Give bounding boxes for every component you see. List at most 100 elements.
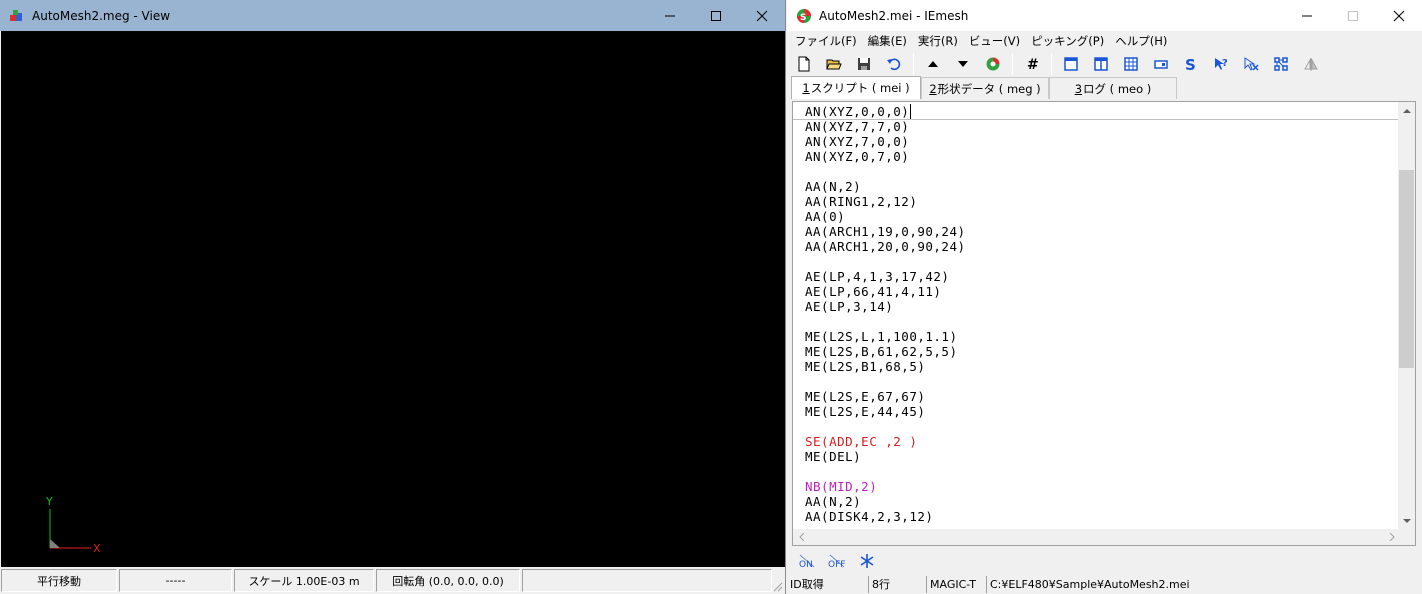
axis-y-label: Y	[45, 495, 53, 508]
resize-grip-icon[interactable]	[771, 580, 783, 592]
tab-log[interactable]: 3 ログ ( meo )	[1049, 77, 1177, 99]
code-line[interactable]: AE(LP,3,14)	[805, 299, 1395, 314]
tab-script[interactable]: 1 スクリプト ( mei )	[791, 76, 921, 99]
code-line[interactable]: ME(L2S,B,61,62,5,5)	[805, 344, 1395, 359]
iemesh-titlebar[interactable]: S AutoMesh2.mei - IEmesh	[787, 0, 1422, 31]
minimize-icon	[1302, 15, 1312, 16]
vertical-scroll-thumb[interactable]	[1399, 170, 1414, 368]
close-icon	[756, 10, 768, 21]
view-statusbar: 平行移動 ----- スケール 1.00E-03 m 回転角 (0.0, 0.0…	[1, 568, 785, 594]
code-line[interactable]: ME(DEL)	[805, 449, 1395, 464]
code-line[interactable]: ME(L2S,E,67,67)	[805, 389, 1395, 404]
run-button[interactable]	[980, 52, 1006, 76]
off-button[interactable]: OFF	[825, 550, 849, 572]
single-pane-button[interactable]	[1058, 52, 1084, 76]
code-line[interactable]: AA(ARCH1,20,0,90,24)	[805, 239, 1395, 254]
code-line[interactable]: AA(N,2)	[805, 494, 1395, 509]
code-line[interactable]: AA(DISK4,2,3,12)	[805, 509, 1395, 524]
minimize-icon	[665, 15, 675, 16]
menu-run[interactable]: 実行(R)	[914, 31, 965, 51]
3d-view-canvas[interactable]: Y X	[1, 31, 785, 567]
open-button[interactable]	[821, 52, 847, 76]
code-line[interactable]	[805, 254, 1395, 269]
code-line[interactable]: AA(RING1,2,12)	[805, 194, 1395, 209]
undo-icon	[887, 58, 901, 71]
code-line[interactable]	[805, 464, 1395, 479]
menu-help[interactable]: ヘルプ(H)	[1111, 31, 1174, 51]
code-line[interactable]: AN(XYZ,0,0,0)	[805, 104, 1395, 119]
window-single-icon	[1064, 57, 1078, 71]
grid-view-button[interactable]	[1118, 52, 1144, 76]
scroll-corner	[1398, 529, 1415, 545]
minimize-button[interactable]	[647, 0, 693, 31]
off-icon: OFF	[828, 554, 845, 570]
scroll-left-icon[interactable]	[793, 529, 810, 545]
toolbar-separator	[913, 53, 914, 75]
code-line[interactable]: AA(0)	[805, 209, 1395, 224]
mirror-icon	[1304, 58, 1318, 71]
node-link-button[interactable]	[1268, 52, 1294, 76]
close-button[interactable]	[739, 0, 785, 31]
move-up-button[interactable]	[920, 52, 946, 76]
code-line[interactable]: AA(ARCH1,19,0,90,24)	[805, 224, 1395, 239]
menu-file[interactable]: ファイル(F)	[791, 31, 864, 51]
code-line[interactable]	[805, 419, 1395, 434]
panel-button[interactable]	[1148, 52, 1174, 76]
view-titlebar[interactable]: AutoMesh2.meg - View	[0, 0, 785, 31]
pick-cancel-icon	[1244, 57, 1259, 71]
code-line[interactable]: AN(XYZ,7,0,0)	[805, 134, 1395, 149]
scroll-down-icon[interactable]	[1398, 512, 1415, 529]
minimize-button[interactable]	[1284, 0, 1330, 31]
code-line[interactable]: AE(LP,4,1,3,17,42)	[805, 269, 1395, 284]
new-button[interactable]	[791, 52, 817, 76]
menu-bar: ファイル(F) 編集(E) 実行(R) ビュー(V) ピッキング(P) ヘルプ(…	[787, 31, 1422, 51]
maximize-button[interactable]	[1330, 0, 1376, 31]
on-button[interactable]: ON	[795, 550, 819, 572]
code-line[interactable]: AN(XYZ,0,7,0)	[805, 149, 1395, 164]
maximize-button[interactable]	[693, 0, 739, 31]
code-line[interactable]: ME(L2S,B1,68,5)	[805, 359, 1395, 374]
code-line[interactable]: NB(MID,2)	[805, 479, 1395, 494]
code-line[interactable]: AN(XYZ,7,7,0)	[805, 119, 1395, 134]
script-editor[interactable]: AN(XYZ,0,0,0) AN(XYZ,7,7,0) AN(XYZ,7,0,0) A…	[792, 101, 1416, 546]
save-button[interactable]	[851, 52, 877, 76]
svg-text:?: ?	[1222, 58, 1228, 69]
status-action: ID取得	[787, 576, 869, 593]
scroll-up-icon[interactable]	[1398, 102, 1415, 119]
tab-shape-data[interactable]: 2 形状データ ( meg )	[921, 77, 1049, 99]
text-caret	[910, 104, 912, 119]
code-line[interactable]	[805, 164, 1395, 179]
line-number-button[interactable]: #	[1019, 52, 1045, 76]
menu-edit[interactable]: 編集(E)	[864, 31, 914, 51]
code-area[interactable]: AN(XYZ,0,0,0) AN(XYZ,7,7,0) AN(XYZ,7,0,0) A…	[805, 104, 1395, 531]
code-line[interactable]: SE(ADD,EC ,2 )	[805, 434, 1395, 449]
axis-x-label: X	[93, 542, 101, 555]
code-line[interactable]: ME(L2S,E,44,45)	[805, 404, 1395, 419]
move-down-button[interactable]	[950, 52, 976, 76]
panel-icon	[1154, 60, 1168, 69]
split-vertical-button[interactable]	[1088, 52, 1114, 76]
code-line[interactable]: ME(L2S,L,1,100,1.1)	[805, 329, 1395, 344]
tab-shape-num: 2	[929, 81, 937, 96]
close-button[interactable]	[1376, 0, 1422, 31]
code-line[interactable]	[805, 314, 1395, 329]
code-line[interactable]: AE(LP,66,41,4,11)	[805, 284, 1395, 299]
asterisk-button[interactable]	[855, 550, 879, 572]
horizontal-scrollbar[interactable]	[793, 529, 1400, 545]
unpick-button[interactable]	[1238, 52, 1264, 76]
toolbar: # S ?	[787, 51, 1422, 77]
tab-shape-label: 形状データ ( meg )	[937, 81, 1041, 96]
select-button[interactable]: S	[1178, 52, 1204, 76]
tab-script-num: 1	[802, 81, 810, 95]
save-icon	[858, 58, 870, 70]
maximize-icon	[1348, 10, 1358, 21]
mirror-button[interactable]	[1298, 52, 1324, 76]
menu-picking[interactable]: ピッキング(P)	[1027, 31, 1111, 51]
undo-button[interactable]	[881, 52, 907, 76]
tab-bar: 1 スクリプト ( mei ) 2 形状データ ( meg ) 3 ログ ( m…	[787, 76, 1422, 99]
vertical-scrollbar[interactable]	[1398, 102, 1415, 529]
query-pick-button[interactable]: ?	[1208, 52, 1234, 76]
code-line[interactable]	[805, 374, 1395, 389]
code-line[interactable]: AA(N,2)	[805, 179, 1395, 194]
menu-view[interactable]: ビュー(V)	[965, 31, 1027, 51]
